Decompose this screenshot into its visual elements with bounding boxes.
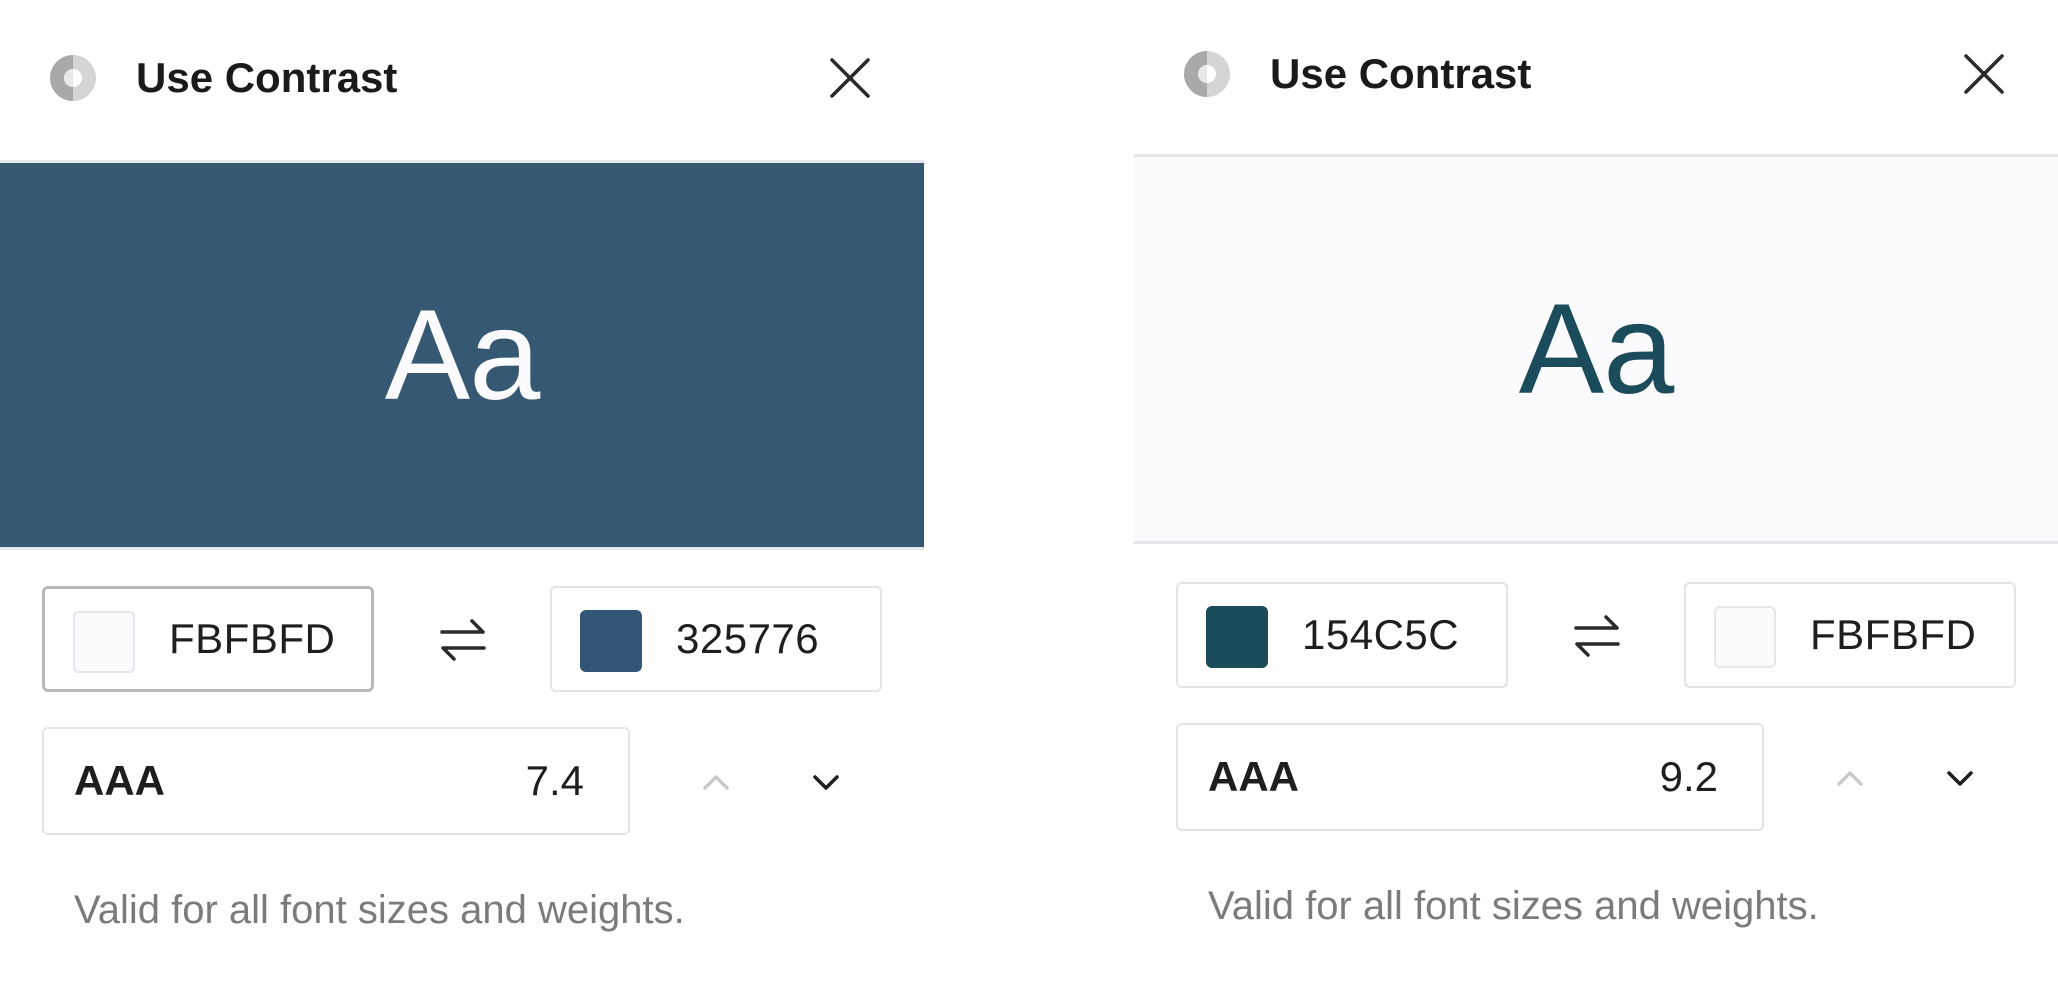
contrast-ratio[interactable]: 9.2 [1660,725,1718,829]
foreground-hex-value[interactable]: 154C5C [1302,584,1459,686]
panel-header: Use Contrast [1134,0,2058,156]
background-hex-value[interactable]: FBFBFD [1810,584,1976,686]
background-color-field[interactable]: 325776 [550,586,882,692]
wcag-level: AAA [74,757,165,804]
app-title: Use Contrast [136,54,398,101]
close-icon[interactable] [1954,44,2014,104]
validation-message: Valid for all font sizes and weights. [1208,884,1819,928]
preview-sample-text: Aa [384,283,541,427]
contrast-ratio[interactable]: 7.4 [526,729,584,833]
background-swatch[interactable] [1714,606,1776,668]
foreground-color-field[interactable]: FBFBFD [42,586,374,692]
swap-arrows-icon[interactable] [1566,608,1628,664]
background-hex-value[interactable]: 325776 [676,588,819,690]
contrast-panel-left: Use Contrast Aa FBFBFD 325776 AAA 7.4 Va… [0,0,924,984]
contrast-logo-icon [1184,51,1230,97]
contrast-preview: Aa [1134,154,2058,544]
chevron-down-icon[interactable] [1940,760,1980,796]
foreground-swatch[interactable] [1206,606,1268,668]
contrast-preview: Aa [0,160,924,550]
foreground-swatch[interactable] [73,611,135,673]
swap-arrows-icon[interactable] [432,612,494,668]
wcag-level: AAA [1208,753,1299,800]
validation-message: Valid for all font sizes and weights. [74,888,685,932]
app-title: Use Contrast [1270,50,1532,97]
chevron-down-icon[interactable] [806,764,846,800]
contrast-logo-icon [50,55,96,101]
chevron-up-icon[interactable] [696,764,736,800]
chevron-up-icon[interactable] [1830,760,1870,796]
contrast-level-field[interactable]: AAA 9.2 [1176,723,1764,831]
contrast-panel-right: Use Contrast Aa 154C5C FBFBFD AAA 9.2 Va… [1134,0,2058,984]
preview-sample-text: Aa [1518,277,1675,421]
background-color-field[interactable]: FBFBFD [1684,582,2016,688]
panel-header: Use Contrast [0,0,924,160]
contrast-level-field[interactable]: AAA 7.4 [42,727,630,835]
foreground-color-field[interactable]: 154C5C [1176,582,1508,688]
close-icon[interactable] [820,48,880,108]
foreground-hex-value[interactable]: FBFBFD [169,589,335,689]
background-swatch[interactable] [580,610,642,672]
